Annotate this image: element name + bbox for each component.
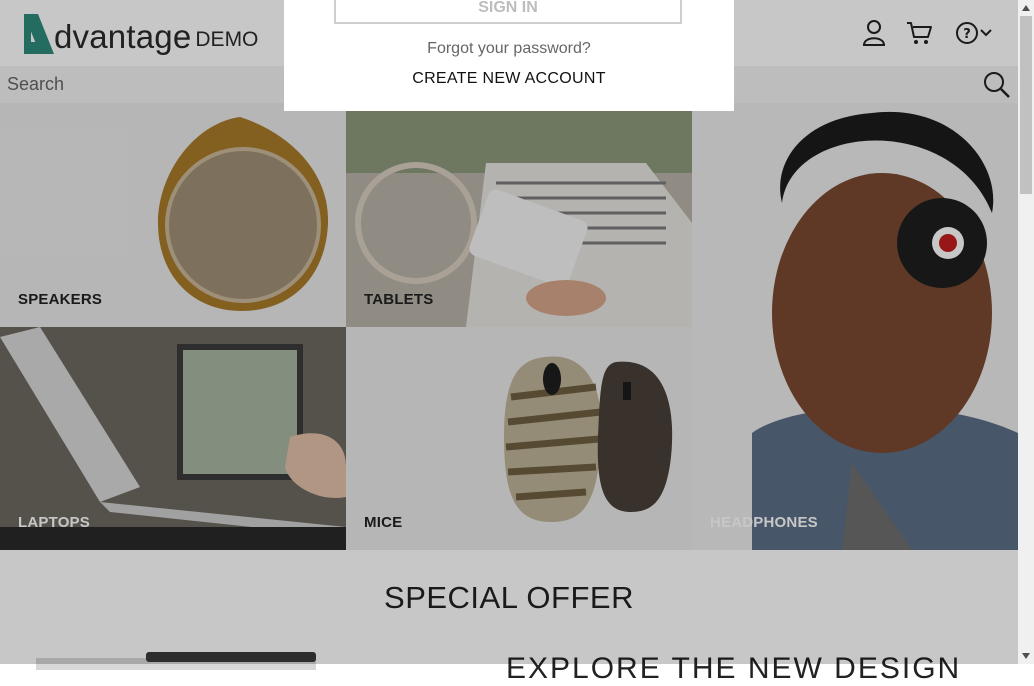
scroll-thumb[interactable]	[1020, 16, 1032, 194]
create-account-link[interactable]: CREATE NEW ACCOUNT	[284, 70, 734, 88]
scroll-up-icon[interactable]	[1018, 0, 1034, 16]
login-popup: SIGN IN Forgot your password? CREATE NEW…	[284, 0, 734, 111]
sign-in-button[interactable]: SIGN IN	[334, 0, 682, 24]
forgot-password-link[interactable]: Forgot your password?	[284, 40, 734, 58]
scroll-down-icon[interactable]	[1018, 648, 1034, 664]
